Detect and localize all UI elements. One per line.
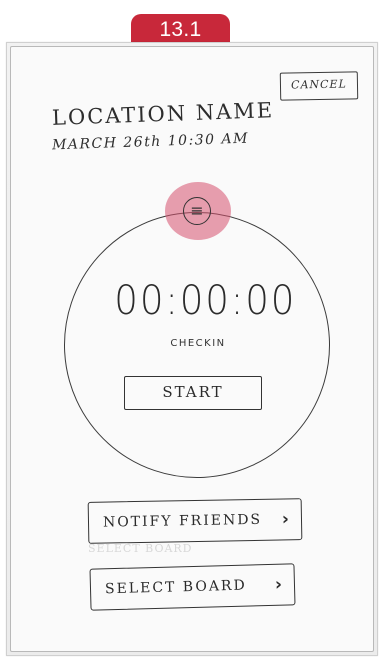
chevron-right-icon: › [274,574,285,595]
checkin-label: CHECKIN [170,338,226,349]
select-board-button[interactable]: SELECT BOARD › [89,563,296,611]
menu-icon[interactable]: ≡ [183,197,211,225]
start-button[interactable]: START [124,376,262,410]
notify-friends-button[interactable]: NOTIFY FRIENDS › [87,498,303,544]
chevron-right-icon: › [281,509,292,530]
cancel-button[interactable]: CANCEL [279,71,359,101]
select-board-label: SELECT BOARD [104,577,247,598]
notify-friends-label: NOTIFY FRIENDS [102,511,263,531]
timer-value: 00:00:00 [114,278,297,324]
ghost-text: SELECT BOARD [88,542,193,555]
